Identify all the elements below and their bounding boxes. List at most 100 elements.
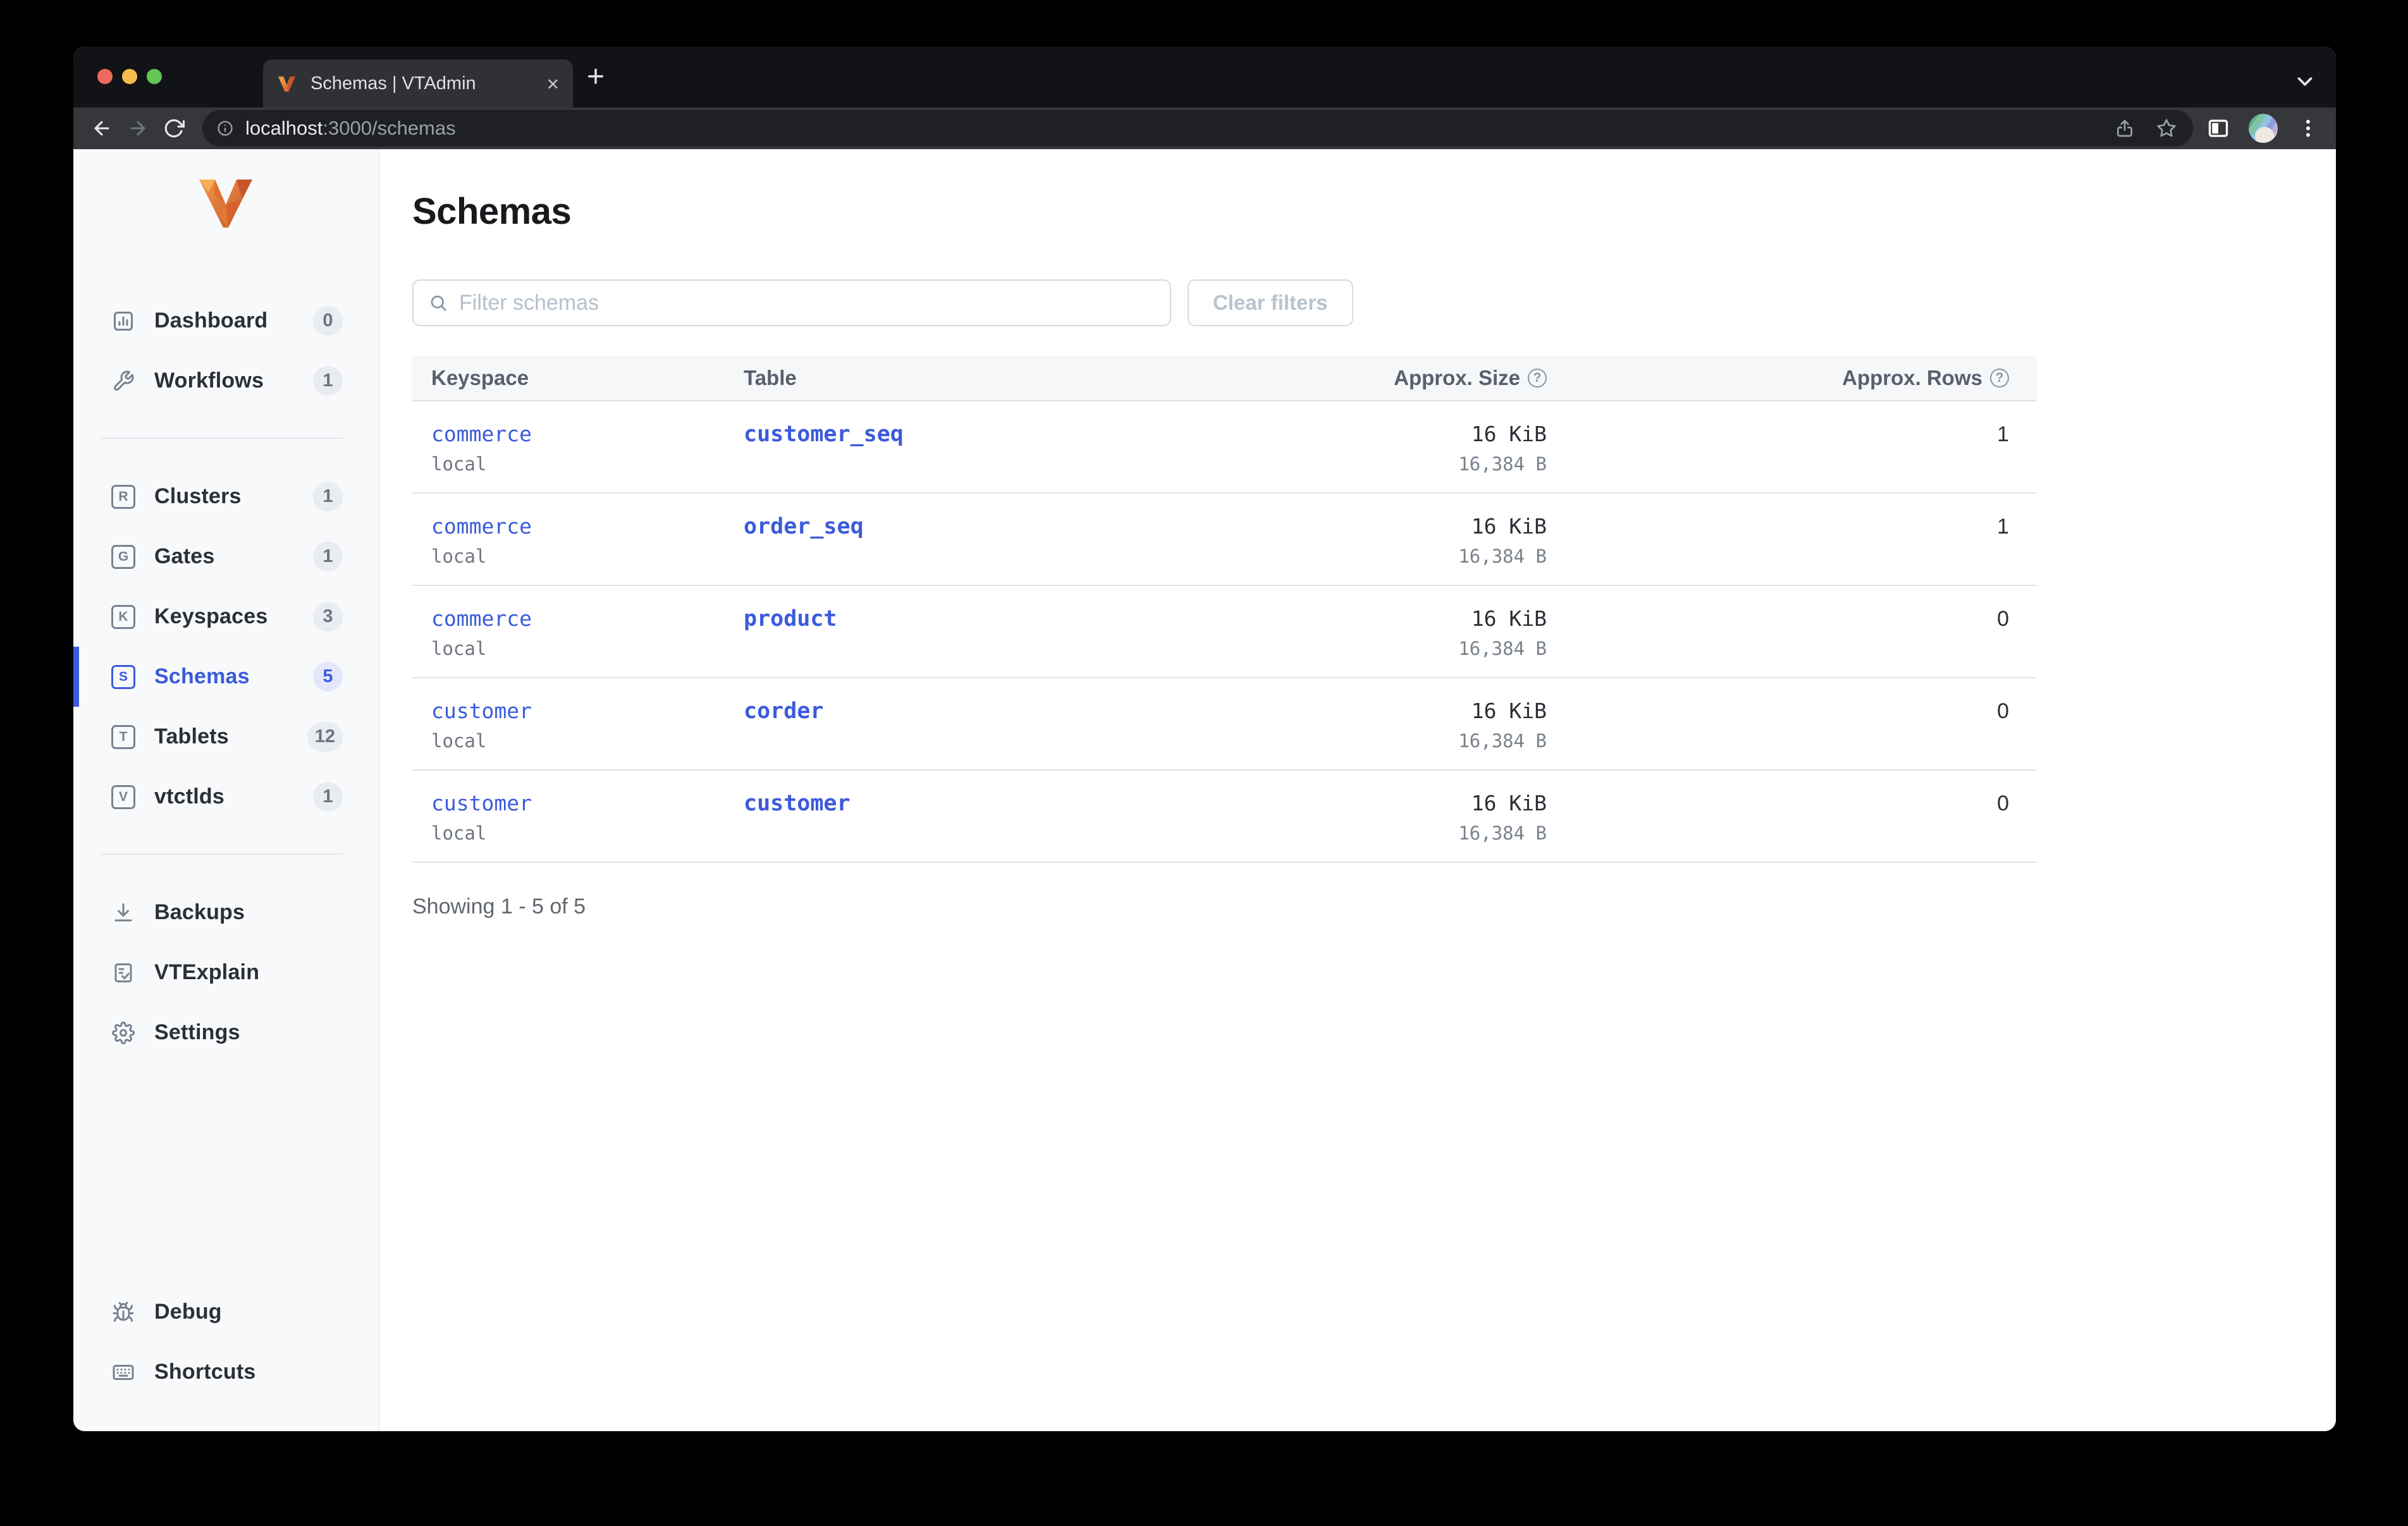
sidebar-item-workflows[interactable]: Workflows 1 — [73, 351, 378, 411]
schemas-letter-icon: S — [111, 664, 135, 689]
table-row: commerce local product 16 KiB 16,384 B 0 — [412, 586, 2037, 678]
size-bytes: 16,384 B — [1458, 822, 1547, 844]
sidebar-item-label: Keyspaces — [154, 604, 268, 628]
sidebar-item-label: Schemas — [154, 664, 250, 688]
count-badge: 1 — [313, 542, 343, 571]
sidebar-item-keyspaces[interactable]: K Keyspaces 3 — [73, 587, 378, 647]
keyspace-link[interactable]: commerce — [431, 606, 532, 632]
share-icon[interactable] — [2115, 118, 2135, 138]
filter-input[interactable] — [458, 290, 1170, 316]
main-panel: Schemas Clear filters Keyspace Table App… — [379, 149, 2336, 1431]
size-bytes: 16,384 B — [1458, 453, 1547, 475]
cluster-name: local — [431, 546, 487, 567]
approx-size: 16 KiB — [1471, 514, 1547, 539]
column-header-keyspace[interactable]: Keyspace — [412, 366, 744, 390]
download-icon — [111, 901, 135, 925]
browser-toolbar: localhost:3000/schemas — [73, 107, 2336, 149]
table-link[interactable]: corder — [744, 699, 823, 724]
tab-search-chevron-down-icon[interactable] — [2293, 70, 2317, 97]
address-bar[interactable]: localhost:3000/schemas — [202, 110, 2194, 147]
filter-controls: Clear filters — [412, 279, 2336, 326]
keyspace-link[interactable]: customer — [431, 791, 532, 816]
cluster-name: local — [431, 638, 487, 659]
sidebar: Dashboard 0 Workflows 1 R Clusters 1 G Gates 1 K Ke… — [73, 149, 379, 1431]
table-row: customer local corder 16 KiB 16,384 B 0 — [412, 678, 2037, 771]
sidebar-item-clusters[interactable]: R Clusters 1 — [73, 467, 378, 527]
approx-rows: 0 — [1997, 699, 2009, 723]
url-text: localhost:3000/schemas — [245, 117, 456, 139]
dashboard-icon — [111, 309, 135, 333]
sidebar-item-label: VTExplain — [154, 960, 260, 984]
table-row: customer local customer 16 KiB 16,384 B 0 — [412, 771, 2037, 863]
sidebar-item-vtctlds[interactable]: Vvtctlds 1 — [73, 767, 378, 827]
cluster-name: local — [431, 453, 487, 475]
sidebar-divider — [101, 437, 343, 439]
size-bytes: 16,384 B — [1458, 730, 1547, 752]
cluster-name: local — [431, 730, 487, 752]
approx-size: 16 KiB — [1471, 699, 1547, 723]
clear-filters-button[interactable]: Clear filters — [1188, 279, 1353, 326]
column-header-approx-size[interactable]: Approx. Size ? — [1186, 366, 1547, 390]
app-content: Dashboard 0 Workflows 1 R Clusters 1 G Gates 1 K Ke… — [73, 149, 2336, 1431]
help-icon[interactable]: ? — [1990, 369, 2009, 388]
table-link[interactable]: customer_seq — [744, 422, 904, 447]
bookmark-star-icon[interactable] — [2156, 118, 2177, 138]
keyspace-link[interactable]: commerce — [431, 422, 532, 447]
tab-close-icon[interactable]: × — [547, 73, 559, 94]
sidebar-item-vtexplain[interactable]: VTExplain — [73, 943, 378, 1003]
doccheck-icon — [111, 961, 135, 985]
count-badge: 3 — [313, 602, 343, 632]
vitess-logo[interactable] — [73, 178, 378, 229]
back-button[interactable] — [90, 114, 114, 143]
count-badge: 1 — [313, 482, 343, 511]
vtctlds-letter-icon: V — [111, 784, 135, 809]
reload-button[interactable] — [161, 114, 186, 143]
sidebar-item-schemas[interactable]: S Schemas 5 — [73, 647, 378, 707]
size-bytes: 16,384 B — [1458, 638, 1547, 659]
count-badge: 5 — [313, 662, 343, 692]
clusters-letter-icon: R — [111, 484, 135, 509]
count-badge: 0 — [313, 306, 343, 336]
sidebar-item-backups[interactable]: Backups — [73, 882, 378, 943]
help-icon[interactable]: ? — [1528, 369, 1547, 388]
sidebar-item-tablets[interactable]: T Tablets 12 — [73, 707, 378, 767]
new-tab-button[interactable]: + — [587, 58, 605, 96]
approx-rows: 0 — [1997, 607, 2009, 631]
cluster-name: local — [431, 822, 487, 844]
sidebar-item-label: Shortcuts — [154, 1360, 256, 1384]
column-header-approx-rows[interactable]: Approx. Rows ? — [1547, 366, 2037, 390]
table-row: commerce local customer_seq 16 KiB 16,384 B 1 — [412, 401, 2037, 494]
window-controls — [97, 69, 162, 84]
table-link[interactable]: product — [744, 606, 837, 632]
sidebar-item-shortcuts[interactable]: Shortcuts — [73, 1342, 378, 1402]
column-header-table[interactable]: Table — [744, 366, 1186, 390]
sidebar-item-settings[interactable]: Settings — [73, 1003, 378, 1063]
site-info-icon[interactable] — [216, 119, 234, 137]
profile-avatar[interactable] — [2249, 114, 2278, 143]
keyspace-link[interactable]: commerce — [431, 514, 532, 539]
tablets-letter-icon: T — [111, 724, 135, 749]
minimize-window-button[interactable] — [122, 69, 137, 84]
keyspace-link[interactable]: customer — [431, 699, 532, 724]
sidebar-item-label: Gates — [154, 544, 215, 568]
close-window-button[interactable] — [97, 69, 113, 84]
zoom-window-button[interactable] — [147, 69, 162, 84]
sidebar-footer: Debug Shortcuts — [73, 1282, 378, 1431]
approx-size: 16 KiB — [1471, 606, 1547, 631]
sidebar-item-label: vtctlds — [154, 784, 224, 809]
browser-tab[interactable]: Schemas | VTAdmin × — [263, 59, 573, 107]
sidebar-item-label: Debug — [154, 1300, 222, 1324]
sidebar-item-dashboard[interactable]: Dashboard 0 — [73, 291, 378, 351]
table-link[interactable]: order_seq — [744, 514, 864, 539]
approx-size: 16 KiB — [1471, 422, 1547, 446]
side-panel-icon[interactable] — [2207, 117, 2230, 140]
forward-button[interactable] — [126, 114, 150, 143]
count-badge: 1 — [313, 782, 343, 812]
sidebar-item-debug[interactable]: Debug — [73, 1282, 378, 1342]
keyboard-icon — [111, 1360, 135, 1384]
table-link[interactable]: customer — [744, 791, 851, 816]
browser-menu-icon[interactable] — [2297, 117, 2319, 140]
table-body: commerce local customer_seq 16 KiB 16,384 B 1… — [412, 401, 2037, 863]
approx-rows: 0 — [1997, 791, 2009, 815]
sidebar-item-gates[interactable]: G Gates 1 — [73, 527, 378, 587]
